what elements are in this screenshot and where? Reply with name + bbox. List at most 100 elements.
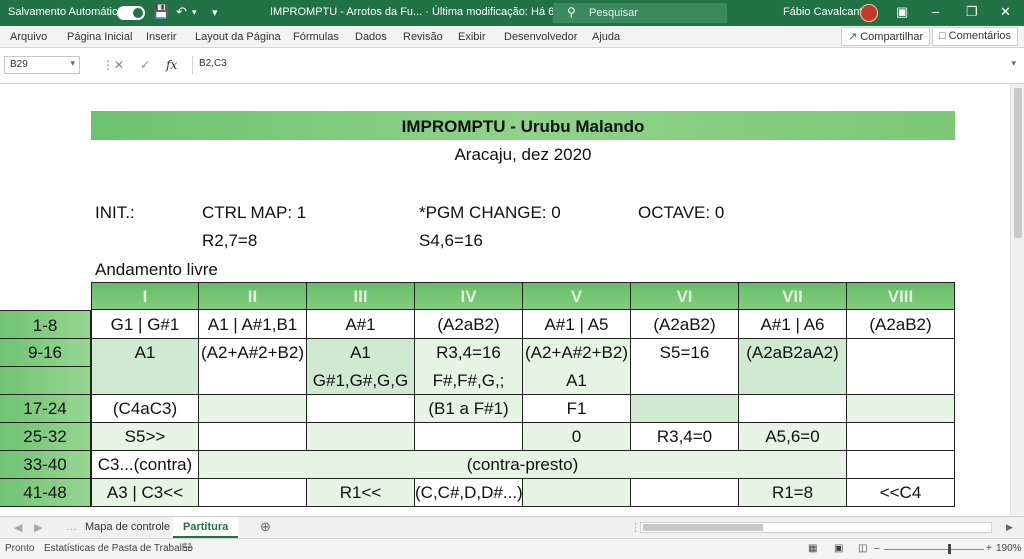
table-cell[interactable]: 0 — [523, 423, 631, 451]
menu-inserir[interactable]: Inserir — [146, 31, 177, 43]
col-header-1[interactable]: I — [91, 282, 199, 310]
scroll-right-icon[interactable]: ▶ — [996, 517, 1023, 538]
scroll-thumb[interactable] — [1014, 88, 1022, 238]
table-cell[interactable] — [847, 451, 955, 479]
table-cell[interactable] — [415, 423, 523, 451]
merged-cell[interactable]: (contra-presto) — [199, 451, 847, 479]
table-cell[interactable] — [199, 423, 307, 451]
table-cell[interactable]: (C4aC3) — [91, 395, 199, 423]
zoom-slider-knob[interactable] — [948, 544, 951, 554]
expand-formula-icon[interactable]: ▾ — [1011, 58, 1016, 69]
menu-arquivo[interactable]: Arquivo — [10, 31, 47, 43]
table-cell[interactable]: A1 | A#1,B1 — [199, 310, 307, 339]
col-header-7[interactable]: VII — [739, 282, 847, 310]
table-cell[interactable]: R3,4=16 F#,F#,G,; — [415, 339, 523, 395]
share-button[interactable]: ↗ Compartilhar — [841, 27, 931, 46]
table-cell[interactable]: G1 | G#1 — [91, 310, 199, 339]
row-label[interactable]: 1-8 — [0, 310, 91, 339]
row-label[interactable] — [0, 367, 91, 395]
cancel-icon[interactable]: ✕ — [114, 58, 124, 72]
row-label[interactable]: 33-40 — [0, 451, 91, 479]
undo-dropdown-icon[interactable]: ▾ — [192, 7, 197, 18]
row-label[interactable]: 9-16 — [0, 339, 91, 367]
table-cell[interactable]: R3,4=0 — [631, 423, 739, 451]
menu-dados[interactable]: Dados — [355, 31, 387, 43]
col-header-5[interactable]: V — [523, 282, 631, 310]
search-box[interactable]: ⚲ Pesquisar — [553, 3, 727, 23]
table-cell[interactable]: C3...(contra) — [91, 451, 199, 479]
zoom-level[interactable]: 190% — [996, 543, 1022, 554]
hscroll-thumb[interactable] — [643, 524, 763, 531]
close-icon[interactable]: ✕ — [1000, 4, 1011, 20]
table-cell[interactable]: (A2aB2) — [631, 310, 739, 339]
table-cell[interactable]: S5>> — [91, 423, 199, 451]
user-name[interactable]: Fábio Cavalcante — [783, 6, 869, 18]
add-sheet-icon[interactable]: ⊕ — [250, 517, 281, 538]
table-cell[interactable]: A1 — [91, 339, 199, 395]
tab-partitura[interactable]: Partitura — [173, 517, 239, 538]
worksheet-area[interactable]: IMPROMPTU - Urubu Malando Aracaju, dez 2… — [0, 84, 1024, 516]
table-cell[interactable]: (A2aB2aA2) — [739, 339, 847, 395]
page-layout-icon[interactable]: ▣ — [834, 543, 843, 554]
table-cell[interactable]: <<C4 — [847, 479, 955, 507]
enter-icon[interactable]: ✓ — [140, 58, 150, 72]
table-cell[interactable] — [307, 395, 415, 423]
table-cell[interactable]: A5,6=0 — [739, 423, 847, 451]
zoom-in-icon[interactable]: + — [986, 543, 992, 554]
table-cell[interactable]: R1<< — [307, 479, 415, 507]
avatar[interactable] — [860, 4, 878, 22]
name-box[interactable]: B29 ▾ — [4, 56, 80, 74]
formula-input[interactable]: B2,C3 ▾ — [192, 56, 1020, 74]
col-header-3[interactable]: III — [307, 282, 415, 310]
table-cell[interactable]: A#1 — [307, 310, 415, 339]
table-cell[interactable]: F1 — [523, 395, 631, 423]
menu-layout[interactable]: Layout da Página — [195, 31, 281, 43]
undo-icon[interactable]: ↶ — [176, 4, 187, 20]
workbook-statistics[interactable]: Estatísticas de Pasta de Trabalho — [44, 543, 193, 554]
customize-toolbar-icon[interactable]: ▾ — [212, 6, 218, 19]
menu-exibir[interactable]: Exibir — [458, 31, 486, 43]
row-label[interactable]: 25-32 — [0, 423, 91, 451]
next-sheet-icon[interactable]: ▶ — [24, 517, 52, 538]
tab-mapa-de-controle[interactable]: Mapa de controle — [75, 517, 180, 538]
table-cell[interactable]: (A2+A#2+B2) — [199, 339, 307, 395]
col-header-8[interactable]: VIII — [847, 282, 955, 310]
search-input[interactable]: Pesquisar — [589, 7, 638, 19]
table-cell[interactable]: R1=8 — [739, 479, 847, 507]
menu-formulas[interactable]: Fórmulas — [293, 31, 339, 43]
restore-icon[interactable]: ❐ — [966, 4, 978, 20]
table-cell[interactable]: A1 G#1,G#,G,G — [307, 339, 415, 395]
page-break-icon[interactable]: ◫ — [858, 543, 867, 554]
col-header-2[interactable]: II — [199, 282, 307, 310]
table-cell[interactable] — [199, 479, 307, 507]
save-icon[interactable]: 💾 — [153, 4, 169, 20]
table-cell[interactable] — [631, 395, 739, 423]
table-cell[interactable]: (A2+A#2+B2) A1 — [523, 339, 631, 395]
table-cell[interactable] — [631, 479, 739, 507]
horizontal-scrollbar[interactable] — [640, 522, 992, 533]
table-cell[interactable] — [847, 339, 955, 395]
autosave-toggle[interactable] — [117, 6, 145, 20]
table-cell[interactable] — [847, 423, 955, 451]
table-cell[interactable]: A3 | C3<< — [91, 479, 199, 507]
table-cell[interactable] — [199, 395, 307, 423]
chevron-down-icon[interactable]: ▾ — [70, 58, 75, 69]
table-cell[interactable]: S5=16 — [631, 339, 739, 395]
row-label[interactable]: 41-48 — [0, 479, 91, 507]
menu-desenvolvedor[interactable]: Desenvolvedor — [504, 31, 577, 43]
row-label[interactable]: 17-24 — [0, 395, 91, 423]
table-cell[interactable] — [307, 423, 415, 451]
normal-view-icon[interactable]: ▦ — [808, 543, 817, 554]
function-icon[interactable]: fx — [166, 58, 177, 72]
table-cell[interactable] — [739, 395, 847, 423]
accessibility-icon[interactable]: ☷ — [183, 543, 192, 554]
minimize-icon[interactable]: – — [932, 4, 939, 19]
col-header-4[interactable]: IV — [415, 282, 523, 310]
menu-pagina-inicial[interactable]: Página Inicial — [67, 31, 132, 43]
table-cell[interactable]: (A2aB2) — [847, 310, 955, 339]
table-cell[interactable]: A#1 | A5 — [523, 310, 631, 339]
zoom-out-icon[interactable]: – — [874, 543, 880, 554]
col-header-6[interactable]: VI — [631, 282, 739, 310]
vertical-scrollbar[interactable] — [1010, 84, 1024, 516]
menu-ajuda[interactable]: Ajuda — [592, 31, 620, 43]
